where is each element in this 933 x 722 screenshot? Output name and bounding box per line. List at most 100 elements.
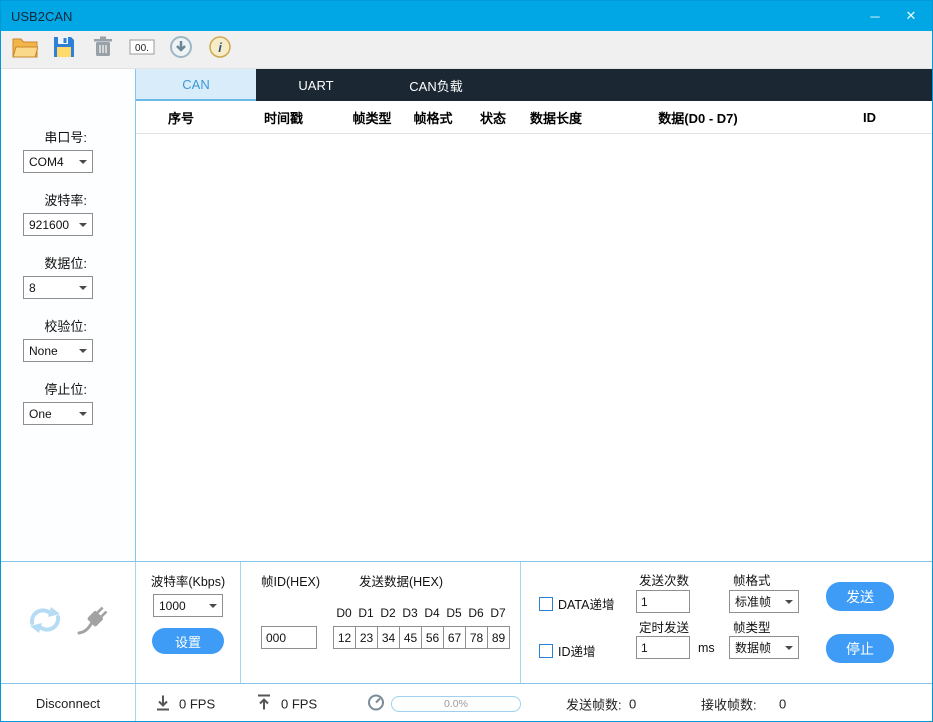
byte-inputs (333, 626, 510, 649)
serial-port-select[interactable]: COM4 (23, 150, 93, 173)
can-baud-value: 1000 (159, 599, 186, 613)
parity-label: 校验位: (1, 316, 87, 335)
close-button[interactable]: ✕ (894, 1, 928, 31)
window-title: USB2CAN (11, 9, 72, 24)
data-bits-label: 数据位: (1, 253, 87, 272)
open-file-button[interactable] (9, 34, 41, 66)
byte-input-d7[interactable] (487, 626, 510, 649)
title-bar: USB2CAN ─ ✕ (1, 1, 932, 31)
send-count-label: 发送次数 (639, 570, 689, 589)
byte-label-d1: D1 (355, 606, 377, 620)
col-header-id: ID (807, 110, 932, 125)
send-data-section: 帧ID(HEX) 发送数据(HEX) D0D1D2D3D4D5D6D7 (241, 562, 521, 683)
baud-rate-value: 921600 (29, 218, 69, 232)
tx-fps-value: 0 FPS (281, 696, 317, 711)
data-increment-row: DATA递增 (539, 594, 614, 613)
serial-port-field: 串口号: COM4 (1, 127, 135, 173)
byte-input-d0[interactable] (333, 626, 356, 649)
send-options-section: 发送次数 帧格式 DATA递增 标准帧 发送 定时发送 帧类型 ID递增 ms … (521, 562, 932, 683)
col-header-status: 状态 (463, 108, 523, 127)
usb2can-window: USB2CAN ─ ✕ 00. i 串口号: COM4 (0, 0, 933, 722)
frame-id-input[interactable] (261, 626, 317, 649)
serial-settings-sidebar: 串口号: COM4 波特率: 921600 数据位: 8 校验位: None 停… (1, 69, 136, 561)
byte-label-d0: D0 (333, 606, 355, 620)
tab-uart[interactable]: UART (256, 69, 376, 101)
frame-format-label: 帧格式 (733, 570, 771, 589)
sent-frames-value: 0 (629, 696, 636, 711)
parity-value: None (29, 344, 58, 358)
byte-input-d5[interactable] (443, 626, 466, 649)
recv-frames-label: 接收帧数: (701, 694, 757, 713)
tab-can-load[interactable]: CAN负载 (376, 69, 496, 101)
send-button[interactable]: 发送 (826, 582, 894, 611)
byte-labels: D0D1D2D3D4D5D6D7 (333, 604, 509, 622)
byte-input-d6[interactable] (465, 626, 488, 649)
connection-controls (1, 562, 136, 683)
byte-label-d7: D7 (487, 606, 509, 620)
data-bits-select[interactable]: 8 (23, 276, 93, 299)
tab-can[interactable]: CAN (136, 69, 256, 101)
rx-fps-icon (156, 694, 170, 713)
stop-bits-value: One (29, 407, 52, 421)
rx-fps-value: 0 FPS (179, 696, 215, 711)
open-folder-icon (12, 36, 38, 63)
frame-format-select[interactable]: 标准帧 (729, 590, 799, 613)
svg-text:i: i (218, 40, 222, 55)
bottom-panel: 波特率(Kbps) 1000 设置 帧ID(HEX) 发送数据(HEX) D0D… (1, 561, 932, 683)
data-bits-field: 数据位: 8 (1, 253, 135, 299)
set-baud-button[interactable]: 设置 (152, 628, 224, 654)
main-area: 串口号: COM4 波特率: 921600 数据位: 8 校验位: None 停… (1, 69, 932, 561)
byte-label-d2: D2 (377, 606, 399, 620)
byte-label-d4: D4 (421, 606, 443, 620)
frame-format-value: 标准帧 (735, 593, 771, 610)
serial-port-label: 串口号: (1, 127, 87, 146)
byte-input-d4[interactable] (421, 626, 444, 649)
frame-type-select[interactable]: 数据帧 (729, 636, 799, 659)
recv-frames-value: 0 (779, 696, 786, 711)
col-header-datalen: 数据长度 (523, 108, 589, 127)
send-count-input[interactable] (636, 590, 690, 613)
id-increment-checkbox[interactable] (539, 644, 553, 658)
timed-send-label: 定时发送 (639, 617, 689, 636)
baud-rate-field: 波特率: 921600 (1, 190, 135, 236)
col-header-format: 帧格式 (403, 108, 463, 127)
trash-icon (92, 35, 114, 64)
about-button[interactable]: i (204, 34, 236, 66)
tx-fps-icon (257, 694, 271, 713)
byte-input-d1[interactable] (355, 626, 378, 649)
save-icon (52, 35, 76, 64)
baud-rate-select[interactable]: 921600 (23, 213, 93, 236)
bus-load-progress: 0.0% (391, 696, 521, 712)
stop-bits-select[interactable]: One (23, 402, 93, 425)
svg-text:00.: 00. (135, 43, 149, 54)
download-circle-icon (169, 35, 193, 64)
byte-label-d5: D5 (443, 606, 465, 620)
data-increment-checkbox[interactable] (539, 597, 553, 611)
col-header-data: 数据(D0 - D7) (589, 108, 807, 127)
parity-select[interactable]: None (23, 339, 93, 362)
download-button[interactable] (165, 34, 197, 66)
frame-id-label: 帧ID(HEX) (261, 571, 320, 590)
parity-field: 校验位: None (1, 316, 135, 362)
plug-icon[interactable] (76, 604, 110, 641)
can-baud-section: 波特率(Kbps) 1000 设置 (136, 562, 241, 683)
serial-port-value: COM4 (29, 155, 64, 169)
stop-button[interactable]: 停止 (826, 634, 894, 663)
bus-load-value: 0.0% (444, 698, 468, 710)
load-gauge-icon (367, 693, 385, 714)
byte-input-d2[interactable] (377, 626, 400, 649)
byte-input-d3[interactable] (399, 626, 422, 649)
byte-label-d3: D3 (399, 606, 421, 620)
minimize-button[interactable]: ─ (858, 1, 892, 31)
stop-bits-label: 停止位: (1, 379, 87, 398)
frame-table-body[interactable] (136, 134, 932, 561)
clear-button[interactable] (87, 34, 119, 66)
refresh-icon[interactable] (26, 604, 64, 641)
content-area: CAN UART CAN负载 序号 时间戳 帧类型 帧格式 状态 数据长度 数据… (136, 69, 932, 561)
counter-display-button[interactable]: 00. (126, 34, 158, 66)
timed-send-input[interactable] (636, 636, 690, 659)
save-button[interactable] (48, 34, 80, 66)
tab-bar: CAN UART CAN负载 (136, 69, 932, 101)
can-baud-select[interactable]: 1000 (153, 594, 223, 617)
col-header-frametype: 帧类型 (341, 108, 403, 127)
